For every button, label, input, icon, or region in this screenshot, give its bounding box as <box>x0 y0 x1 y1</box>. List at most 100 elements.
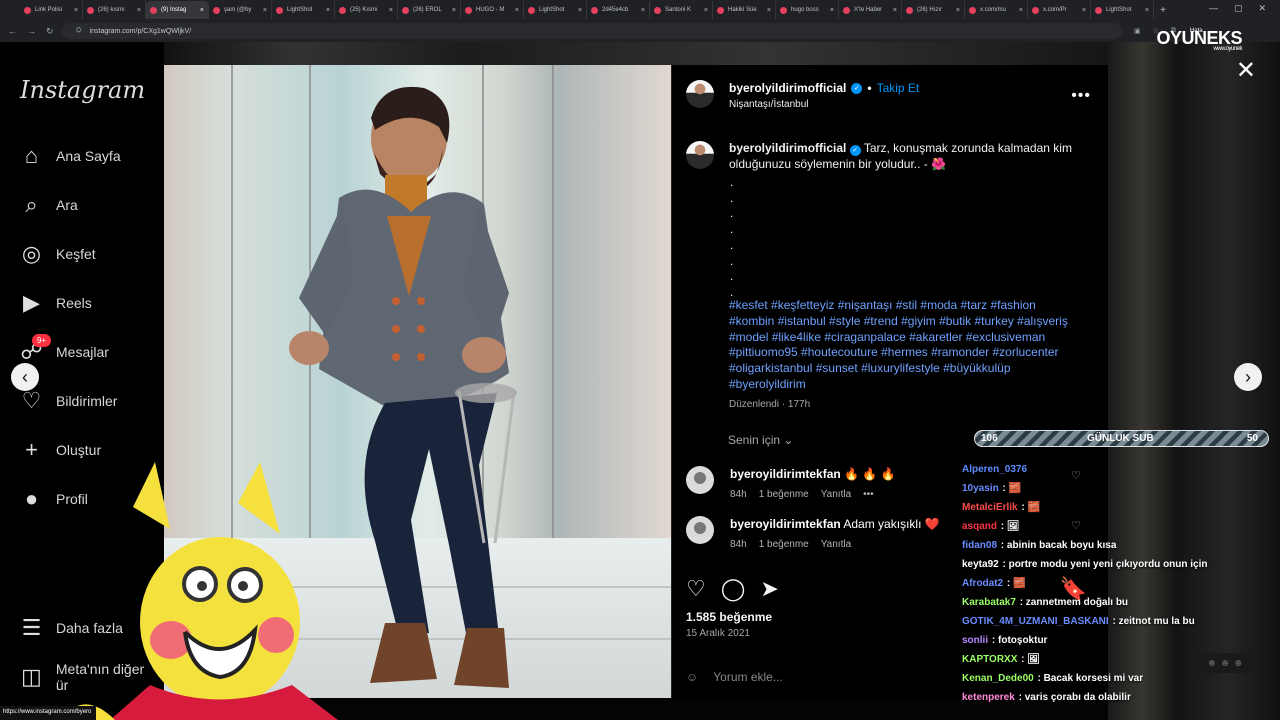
restore-icon[interactable]: ▢ <box>1234 3 1243 14</box>
close-tab-icon[interactable]: × <box>578 7 582 14</box>
sidebar-item-messages[interactable]: ☍ Mesajlar 9+ <box>20 334 160 367</box>
browser-tab[interactable]: LightShot × <box>1091 1 1154 19</box>
heart-icon: ♡ <box>21 388 42 413</box>
browser-tab[interactable]: (9) Instag × <box>146 1 209 19</box>
url-field[interactable]: ⛭ instagram.com/p/CXg1wQWljkV/ <box>62 23 1122 39</box>
browser-tab[interactable]: Santoni K × <box>650 1 713 19</box>
close-tab-icon[interactable]: × <box>1019 7 1023 14</box>
close-tab-icon[interactable]: × <box>326 7 330 14</box>
favicon-icon <box>150 6 157 14</box>
reload-icon[interactable]: ↻ <box>46 26 54 37</box>
browser-tab[interactable]: (25) Kısmı × <box>335 1 398 19</box>
sidebar-item-home[interactable]: ⌂ Ana Sayfa <box>20 141 160 171</box>
back-icon[interactable]: ← <box>8 26 17 37</box>
browser-tab[interactable]: Hakiki Süe × <box>713 1 776 19</box>
close-tab-icon[interactable]: × <box>956 7 960 14</box>
comment-more-icon[interactable]: ••• <box>863 489 874 500</box>
close-tab-icon[interactable]: × <box>641 7 645 14</box>
cast-icon[interactable]: ▣ <box>1134 27 1141 35</box>
comment-likes[interactable]: 1 beğenme <box>759 489 809 500</box>
browser-tab[interactable]: (26) Hızır × <box>902 1 965 19</box>
post-owner-username[interactable]: byerolyildirimofficial <box>729 81 846 95</box>
chat-message: ketenperek : varis çorabı da olabilir <box>962 688 1262 707</box>
reply-button[interactable]: Yanıtla <box>821 539 851 550</box>
minimize-icon[interactable]: — <box>1209 3 1218 14</box>
close-tab-icon[interactable]: × <box>137 7 141 14</box>
forward-icon[interactable]: → <box>27 26 36 37</box>
comment-username[interactable]: byeroyildirimtekfan <box>730 467 841 481</box>
favicon-icon <box>906 6 913 14</box>
sidebar-label: Ana Sayfa <box>56 148 121 164</box>
browser-tab[interactable]: LightShot × <box>272 1 335 19</box>
next-post-button[interactable]: › <box>1234 363 1262 391</box>
owner-avatar[interactable] <box>686 80 714 108</box>
sidebar-item-heart[interactable]: ♡ Bildirimler <box>20 386 160 416</box>
close-tab-icon[interactable]: × <box>704 7 708 14</box>
sidebar-label: Reels <box>56 295 92 311</box>
post-location[interactable]: Nişantaşı/İstanbul <box>729 99 809 110</box>
browser-tab[interactable]: (26) kısmı × <box>83 1 146 19</box>
browser-tab[interactable]: HUGO - M × <box>461 1 524 19</box>
chat-message: Afrodat2 : 🧱 <box>962 574 1262 593</box>
comment-time: 84h <box>730 539 747 550</box>
emoji-icon[interactable]: ☺ <box>686 670 698 684</box>
follow-button[interactable]: Takip Et <box>877 81 920 95</box>
chevron-down-icon: ⌄ <box>783 433 794 447</box>
browser-tab[interactable]: x.com/Pr × <box>1028 1 1091 19</box>
like-icon[interactable]: ♡ <box>686 576 706 602</box>
browser-tab[interactable]: şam (@by × <box>209 1 272 19</box>
close-tab-icon[interactable]: × <box>263 7 267 14</box>
tab-title: LightShot <box>287 7 313 13</box>
more-options-icon[interactable]: ••• <box>1071 87 1091 105</box>
window-controls[interactable]: — ▢ ✕ <box>1209 3 1266 14</box>
post-header: byerolyildirimofficial ✓ • Takip Et <box>729 81 919 95</box>
comment-username[interactable]: byeroyildirimtekfan <box>730 517 841 531</box>
sidebar-item-search[interactable]: ⌕ Ara <box>20 190 160 220</box>
sidebar-item-compass[interactable]: ◎ Keşfet <box>20 239 160 269</box>
close-tab-icon[interactable]: × <box>74 7 78 14</box>
close-icon[interactable]: ✕ <box>1258 3 1266 14</box>
browser-tab[interactable]: x.com/mu × <box>965 1 1028 19</box>
hashtag-list[interactable]: #kesfet #keşfetteyiz #nişantaşı #stil #m… <box>729 298 1082 393</box>
new-tab-icon[interactable]: + <box>1154 5 1172 16</box>
close-tab-icon[interactable]: × <box>389 7 393 14</box>
chat-message: MetalciErlik : 🧱 <box>962 498 1262 517</box>
for-you-dropdown[interactable]: Senin için ⌄ <box>728 433 793 447</box>
navigation-buttons[interactable]: ← → ↻ <box>8 26 62 37</box>
comment-avatar[interactable] <box>686 466 714 494</box>
browser-tab[interactable]: 2d45e4cb × <box>587 1 650 19</box>
caption-username[interactable]: byerolyildirimofficial <box>729 141 846 155</box>
comment-icon[interactable]: ◯ <box>721 576 746 602</box>
close-tab-icon[interactable]: × <box>1082 7 1086 14</box>
sidebar-item-reels[interactable]: ▶ Reels <box>20 288 160 318</box>
browser-tab[interactable]: hugo boss × <box>776 1 839 19</box>
like-count[interactable]: 1.585 beğenme <box>686 610 772 624</box>
browser-tab[interactable]: (26) EROL × <box>398 1 461 19</box>
comment-avatar[interactable] <box>686 516 714 544</box>
close-tab-icon[interactable]: × <box>830 7 834 14</box>
close-tab-icon[interactable]: × <box>452 7 456 14</box>
browser-tab[interactable]: X'te Haber × <box>839 1 902 19</box>
reply-button[interactable]: Yanıtla <box>821 489 851 500</box>
chat-username: KAPTORXX <box>962 654 1018 665</box>
comment-likes[interactable]: 1 beğenme <box>759 539 809 550</box>
close-tab-icon[interactable]: × <box>767 7 771 14</box>
browser-tab[interactable]: LightShot × <box>524 1 587 19</box>
tab-title: (26) kısmı <box>98 7 125 13</box>
caption-avatar[interactable] <box>686 141 714 169</box>
browser-tab[interactable]: Link Polisi × <box>20 1 83 19</box>
close-tab-icon[interactable]: × <box>515 7 519 14</box>
instagram-logo[interactable]: Instagram <box>20 76 145 104</box>
comment-placeholder[interactable]: Yorum ekle... <box>713 670 783 684</box>
sidebar-item-plus[interactable]: + Oluştur <box>20 435 160 465</box>
address-bar: ← → ↻ ⛭ instagram.com/p/CXg1wQWljkV/ ▣ ☆ ⧉ Ha… <box>0 20 1280 42</box>
search-icon: ⌕ <box>25 192 38 217</box>
close-tab-icon[interactable]: × <box>893 7 897 14</box>
tab-title: HUGO - M <box>476 7 505 13</box>
previous-post-button[interactable]: ‹ <box>11 363 39 391</box>
close-tab-icon[interactable]: × <box>200 7 204 14</box>
share-icon[interactable]: ➤ <box>760 576 778 602</box>
site-info-icon[interactable]: ⛭ <box>76 27 82 35</box>
close-modal-icon[interactable]: ✕ <box>1236 56 1256 85</box>
close-tab-icon[interactable]: × <box>1145 7 1149 14</box>
